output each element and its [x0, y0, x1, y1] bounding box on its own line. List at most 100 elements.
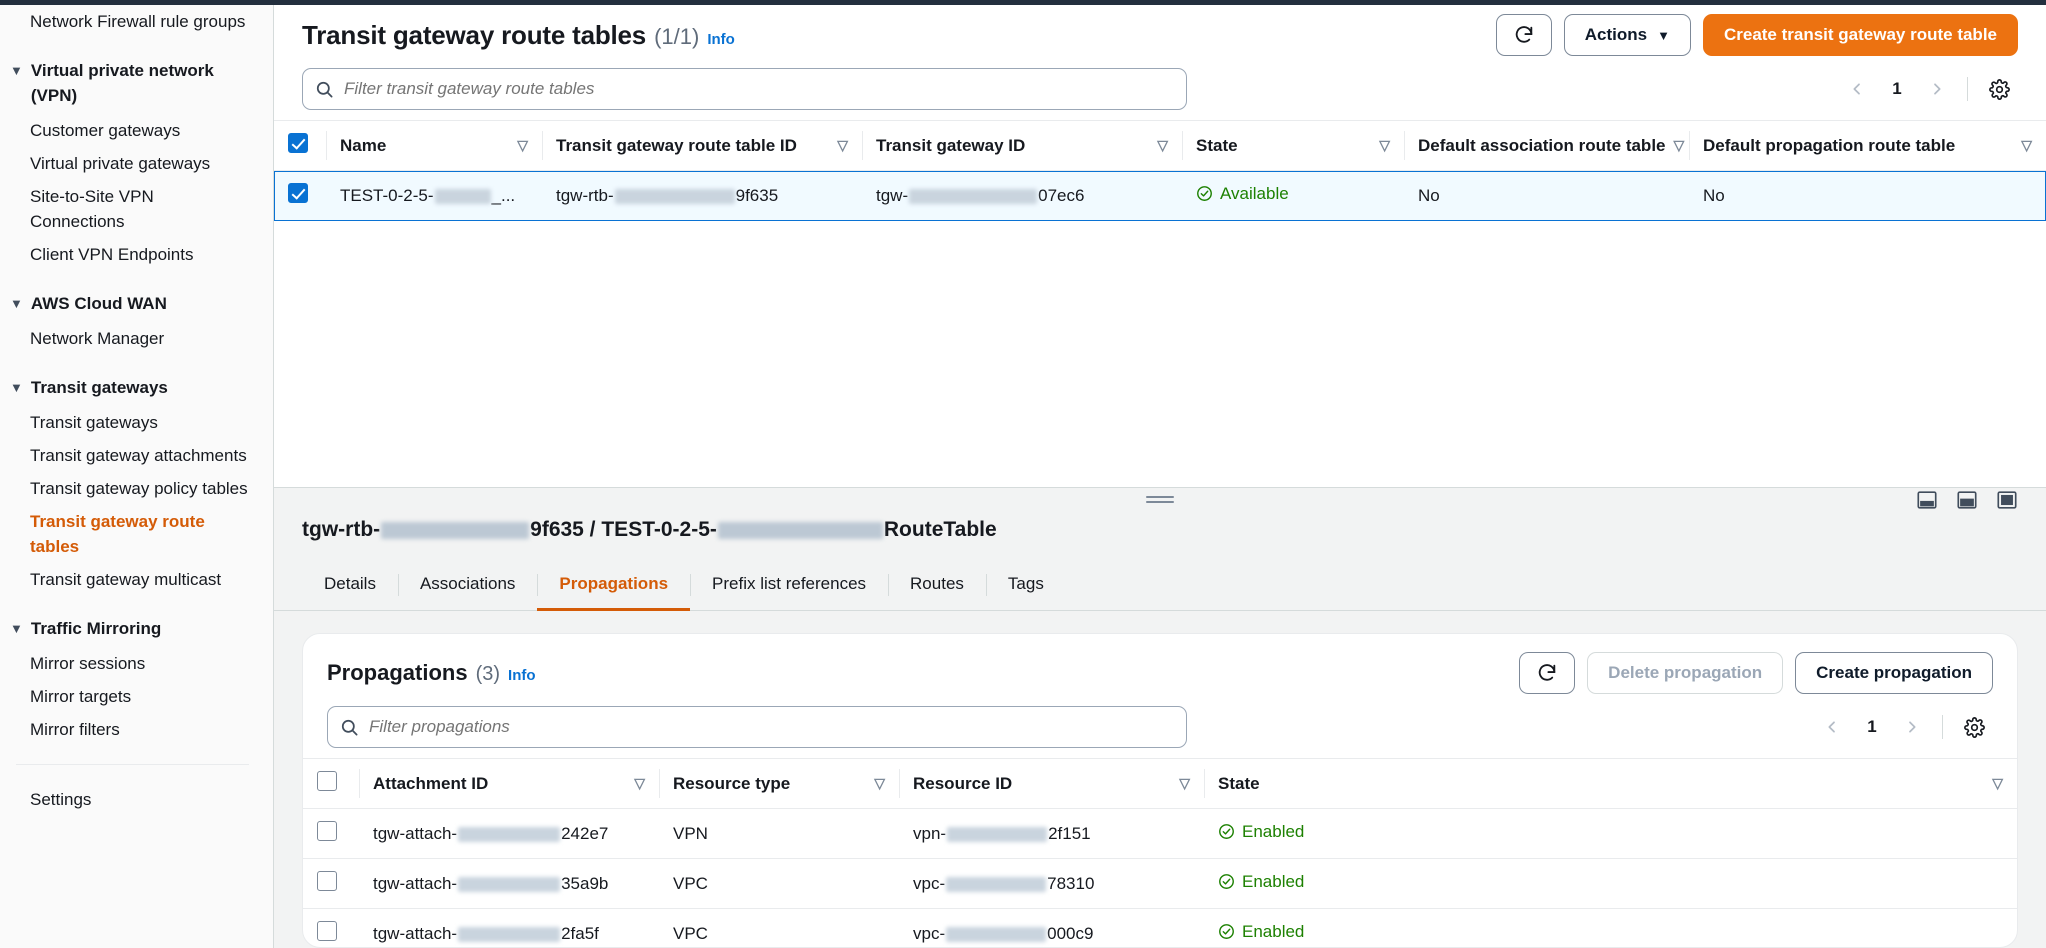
- sidebar-section-transit-gateways[interactable]: ▼ Transit gateways: [0, 371, 273, 404]
- sort-icon: ▽: [1157, 137, 1168, 153]
- attachment-id-prefix: tgw-attach-: [373, 823, 458, 843]
- cell-attachment-id[interactable]: tgw-attach- 2fa5f: [359, 908, 659, 947]
- propagations-search-box[interactable]: [327, 706, 1187, 748]
- cell-resource-type: VPN: [659, 808, 899, 859]
- tab-prefix-list-references[interactable]: Prefix list references: [690, 560, 888, 610]
- cell-resource-type: VPC: [659, 908, 899, 947]
- column-header-resource-id[interactable]: Resource ID ▽: [899, 758, 1204, 809]
- sidebar-section-vpn[interactable]: ▼ Virtual private network (VPN): [0, 54, 273, 112]
- column-header-route-table-id[interactable]: Transit gateway route table ID ▽: [542, 120, 862, 171]
- row-checkbox[interactable]: [317, 821, 337, 841]
- sidebar-item-transit-gateways[interactable]: Transit gateways: [0, 406, 273, 439]
- sidebar-item-network-manager[interactable]: Network Manager: [0, 322, 273, 355]
- cell-transit-gateway-id[interactable]: tgw- 07ec6: [862, 170, 1182, 221]
- table-row[interactable]: tgw-attach- 2fa5f VPC vpc- 000c9 Enabled: [303, 908, 2017, 947]
- delete-propagation-button[interactable]: Delete propagation: [1587, 652, 1784, 694]
- table-row[interactable]: tgw-attach- 242e7 VPN vpn- 2f151 Enabled: [303, 808, 2017, 859]
- sidebar-item-site-to-site-vpn-connections[interactable]: Site-to-Site VPN Connections: [0, 180, 273, 238]
- row-checkbox[interactable]: [317, 871, 337, 891]
- row-checkbox[interactable]: [288, 183, 308, 203]
- table-row[interactable]: TEST-0-2-5- _... tgw-rtb- 9f635 tgw- 07ec6 Ava…: [274, 170, 2046, 221]
- column-header-transit-gateway-id[interactable]: Transit gateway ID ▽: [862, 120, 1182, 171]
- search-input[interactable]: [344, 79, 1174, 99]
- sidebar-item-virtual-private-gateways[interactable]: Virtual private gateways: [0, 147, 273, 180]
- table-preferences-button[interactable]: [1980, 70, 2018, 108]
- propagations-refresh-button[interactable]: [1519, 652, 1576, 694]
- column-header-default-association[interactable]: Default association route table ▽: [1404, 120, 1689, 171]
- sidebar-item-settings[interactable]: Settings: [0, 783, 273, 816]
- route-tables-section: Transit gateway route tables (1/1) Info …: [274, 0, 2046, 487]
- pagination-prev-button[interactable]: [1839, 71, 1875, 107]
- sidebar-item-transit-gateway-route-tables[interactable]: Transit gateway route tables: [0, 505, 273, 563]
- column-header-state[interactable]: State ▽: [1182, 120, 1404, 171]
- sidebar-section-traffic-mirroring[interactable]: ▼ Traffic Mirroring: [0, 612, 273, 645]
- table-row[interactable]: tgw-attach- 35a9b VPC vpc- 78310 Enabled: [303, 858, 2017, 909]
- sidebar-item-mirror-sessions[interactable]: Mirror sessions: [0, 647, 273, 680]
- sidebar-item-transit-gateway-policy-tables[interactable]: Transit gateway policy tables: [0, 472, 273, 505]
- pagination-next-button[interactable]: [1919, 71, 1955, 107]
- cell-attachment-id[interactable]: tgw-attach- 242e7: [359, 808, 659, 859]
- create-transit-gateway-route-table-button[interactable]: Create transit gateway route table: [1702, 14, 2018, 56]
- propagations-table-header: Attachment ID ▽ Resource type ▽ Resource…: [303, 758, 2017, 809]
- sidebar-item-network-firewall-rule-groups[interactable]: Network Firewall rule groups: [0, 5, 273, 38]
- sidebar-item-mirror-targets[interactable]: Mirror targets: [0, 680, 273, 713]
- status-badge: Enabled: [1218, 822, 1304, 842]
- cell-resource-id[interactable]: vpn- 2f151: [899, 808, 1204, 859]
- row-checkbox[interactable]: [317, 921, 337, 941]
- propagations-pagination-page-1[interactable]: 1: [1854, 709, 1890, 745]
- propagations-info-link[interactable]: Info: [508, 667, 536, 684]
- propagations-select-all-checkbox[interactable]: [317, 771, 337, 791]
- column-header-default-propagation[interactable]: Default propagation route table ▽: [1689, 120, 2046, 171]
- split-panel-resize-handle[interactable]: [274, 488, 2046, 510]
- redacted-attachment-id: [458, 926, 561, 942]
- tab-routes[interactable]: Routes: [888, 560, 986, 610]
- propagations-pagination-prev-button[interactable]: [1814, 709, 1850, 745]
- sidebar-item-transit-gateway-multicast[interactable]: Transit gateway multicast: [0, 563, 273, 596]
- sidebar-item-transit-gateway-attachments[interactable]: Transit gateway attachments: [0, 439, 273, 472]
- actions-dropdown-button[interactable]: Actions ▼: [1563, 14, 1691, 56]
- propagations-count: (3): [475, 663, 501, 685]
- propagations-search-input[interactable]: [369, 717, 1174, 737]
- table-body: TEST-0-2-5- _... tgw-rtb- 9f635 tgw- 07ec6 Ava…: [274, 170, 2046, 221]
- column-header-attachment-id[interactable]: Attachment ID ▽: [359, 758, 659, 809]
- gear-icon: [1988, 78, 2010, 100]
- navigation-list: Network Firewall rule groups ▼ Virtual pri…: [0, 5, 273, 816]
- tab-tags[interactable]: Tags: [985, 560, 1066, 610]
- cell-default-propagation: No: [1689, 170, 2046, 221]
- row-select-cell: [303, 858, 359, 909]
- column-header-resource-type[interactable]: Resource type ▽: [659, 758, 899, 809]
- actions-label: Actions: [1584, 25, 1648, 44]
- panel-side-icon[interactable]: [1956, 489, 1978, 516]
- filter-search-box[interactable]: [302, 68, 1187, 110]
- create-propagation-button[interactable]: Create propagation: [1795, 652, 1993, 694]
- propagations-pagination-next-button[interactable]: [1894, 709, 1930, 745]
- chevron-right-icon: [1934, 83, 1941, 95]
- propagations-preferences-button[interactable]: [1955, 708, 1993, 746]
- column-header-name[interactable]: Name ▽: [326, 120, 542, 171]
- panel-full-icon[interactable]: [1996, 489, 2018, 516]
- row-select-cell: [274, 170, 326, 221]
- refresh-button[interactable]: [1495, 14, 1552, 56]
- cell-attachment-id[interactable]: tgw-attach- 35a9b: [359, 858, 659, 909]
- status-badge: Available: [1196, 184, 1289, 204]
- column-header-propagation-state[interactable]: State ▽: [1204, 758, 2017, 809]
- cell-name: TEST-0-2-5- _...: [326, 170, 542, 221]
- info-link[interactable]: Info: [707, 31, 735, 48]
- panel-bottom-icon[interactable]: [1916, 489, 1938, 516]
- sidebar-item-customer-gateways[interactable]: Customer gateways: [0, 114, 273, 147]
- sidebar-section-aws-cloud-wan[interactable]: ▼ AWS Cloud WAN: [0, 287, 273, 320]
- chevron-left-icon: [1828, 721, 1835, 733]
- cell-route-table-id[interactable]: tgw-rtb- 9f635: [542, 170, 862, 221]
- tab-details[interactable]: Details: [302, 560, 398, 610]
- sidebar-item-client-vpn-endpoints[interactable]: Client VPN Endpoints: [0, 238, 273, 271]
- tab-propagations[interactable]: Propagations: [537, 560, 690, 611]
- sidebar-item-mirror-filters[interactable]: Mirror filters: [0, 713, 273, 746]
- attachment-id-suffix: 35a9b: [561, 873, 609, 893]
- cell-resource-id[interactable]: vpc- 78310: [899, 858, 1204, 909]
- tab-associations[interactable]: Associations: [397, 560, 537, 610]
- cell-resource-id[interactable]: vpc- 000c9: [899, 908, 1204, 947]
- pagination-page-1[interactable]: 1: [1879, 71, 1915, 107]
- column-label-route-table-id: Transit gateway route table ID: [556, 135, 797, 155]
- cell-default-association: No: [1404, 170, 1689, 221]
- select-all-checkbox[interactable]: [288, 133, 308, 153]
